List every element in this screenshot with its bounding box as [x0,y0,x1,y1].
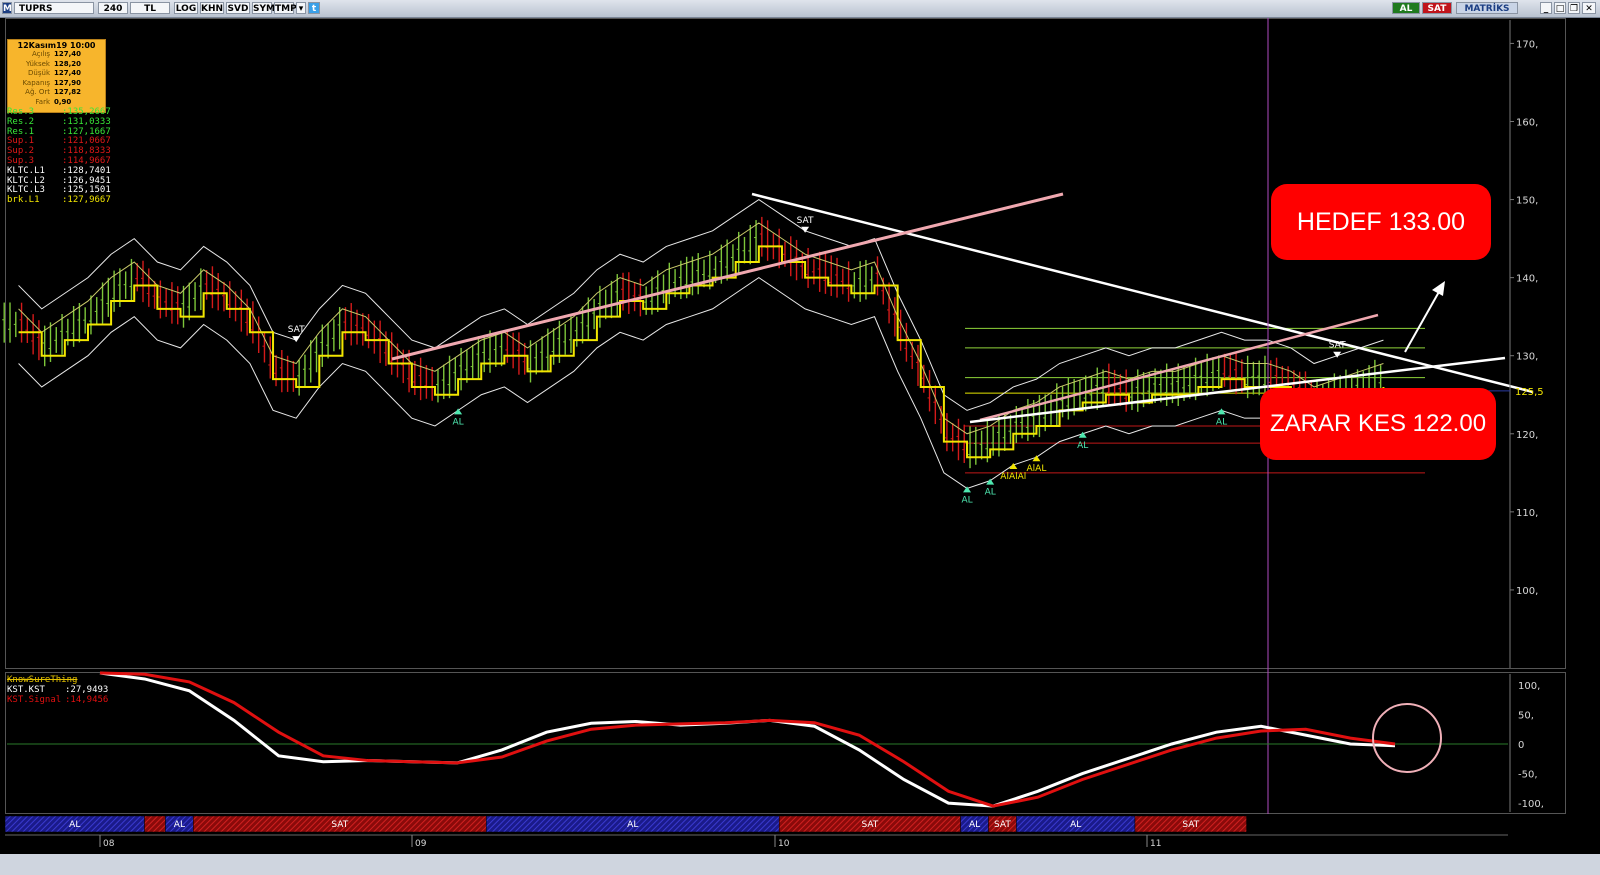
price-tick-label: 100, [1516,586,1538,597]
indicator-legend: KnowSureThing KST.KST:27,9493 KST.Signal… [7,675,108,705]
signal-legend-row: KST.Signal:14,9456 [7,695,109,705]
price-tick-label: 130, [1516,352,1538,363]
signal-label: SAT [797,216,814,226]
price-tick-label: 150, [1516,196,1538,207]
price-tick-label: 140, [1516,274,1538,285]
bottom-scrollbar[interactable] [0,854,1600,875]
info-row: Yüksek 128,20 [26,59,82,68]
signal-label: SAT [288,325,305,335]
trendline-rising-channel [391,192,1064,361]
kst-tick-label: -50, [1518,770,1538,781]
signal-strip-segment [144,815,166,833]
price-tick-label: 120, [1516,430,1538,441]
time-tick-label: 09 [415,839,427,849]
info-row: Açılış 127,40 [32,50,82,58]
signal-label: AL [961,495,972,505]
stop-loss-callout: ZARAR KES 122.00 [1260,388,1496,460]
info-row: Kapanış 127,90 [22,78,82,87]
price-tick-label: 170, [1516,39,1538,50]
signal-label: AL [1216,417,1227,427]
kst-tick-label: 100, [1518,681,1540,692]
signal-label: SAT [1329,341,1346,351]
signal-label: AL [453,417,464,427]
kst-series-line [99,671,1396,808]
signal-strip-label: SAT [331,820,348,830]
signal-arrow-icon [454,408,463,415]
info-row: Düşük 127,40 [28,69,82,78]
time-tick-label: 11 [1150,839,1161,849]
signal-label: AlAlAl [1000,472,1026,482]
signal-strip-label: AL [627,820,638,830]
price-tick-label: 160, [1516,117,1538,128]
indicator-name: KnowSureThing [7,675,78,685]
info-row: Ağ. Ort 127,82 [25,88,82,97]
level-legend-row: brk.L1:127,9667 [7,195,111,206]
signal-strip-label: AL [969,820,980,830]
kst-tick-label: -100, [1518,799,1544,810]
signal-strip-label: AL [174,820,185,830]
kst-legend-row: KST.KST:27,9493 [7,685,109,695]
level-legend: Res.3:135,2667 Res.2:131,0333 Res.1:127,16… [7,107,111,206]
signal-strip-label: SAT [994,820,1011,830]
signal-label: AlAL [1027,464,1047,474]
signal-label: AL [985,488,996,498]
last-price-label: 125,5 [1515,387,1544,398]
time-tick-label: 08 [103,839,115,849]
price-tick-label: 110, [1516,508,1538,519]
signal-strip-label: AL [69,820,80,830]
ohlc-info-box: 12Kasım19 10:00 Açılış 127,40 Yüksek 128,20… [7,39,106,113]
signal-strip-label: AL [1070,820,1081,830]
kst-tick-label: 0 [1518,740,1524,751]
signal-label: AL [1077,441,1088,451]
kst-crossover-circle [1372,703,1442,773]
kst-tick-label: 50, [1518,710,1534,721]
target-arrow-shaft [1404,289,1441,353]
signal-strip-label: SAT [861,820,878,830]
time-tick-label: 10 [778,839,790,849]
signal-strip-label: SAT [1182,820,1199,830]
target-callout: HEDEF 133.00 [1271,184,1491,260]
info-date: 12Kasım19 10:00 [17,41,96,50]
